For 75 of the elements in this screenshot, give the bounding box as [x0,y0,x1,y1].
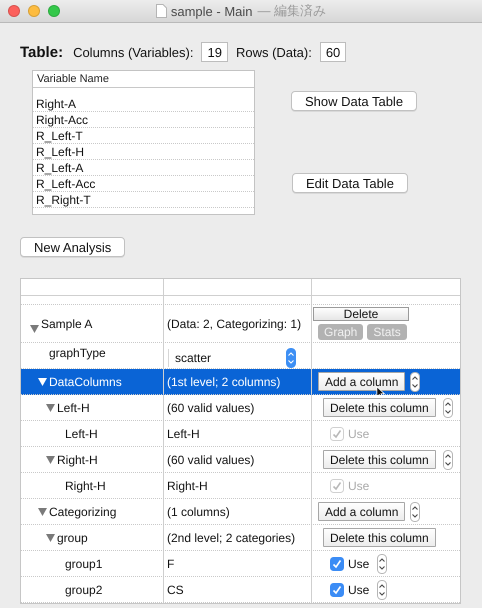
row-name: DataColumns [49,374,122,388]
row-name: Right-H [57,452,98,466]
row-info: (1st level; 2 columns) [166,374,280,388]
outline-row[interactable]: group2 CS Use [21,577,460,603]
disclosure-triangle-icon[interactable] [46,534,55,542]
row-info: F [166,556,174,570]
row-name: Categorizing [49,504,116,518]
row-info: (60 valid values) [166,452,254,466]
selected-outline-row[interactable]: DataColumns (1st level; 2 columns) Add a column [21,369,460,395]
columns-label: Columns (Variables): [73,44,194,60]
row-name: Left-H [57,400,90,414]
checkbox-label: Use [348,426,370,440]
variable-item[interactable]: R_Left-H [33,144,254,160]
row-info: CS [166,582,184,596]
rows-label: Rows (Data): [236,44,312,60]
row-name: group [57,530,88,544]
rows-field[interactable]: 60 [320,42,346,62]
outline-row[interactable]: Left-H (60 valid values) Delete this column [21,395,460,421]
outline-row[interactable]: group1 F Use [21,551,460,577]
stepper[interactable] [442,450,453,470]
disclosure-triangle-icon[interactable] [38,378,47,386]
row-info: (2nd level; 2 categories) [166,530,296,544]
stepper[interactable] [377,554,388,574]
outline-row[interactable]: Categorizing (1 columns) Add a column [21,499,460,525]
stepper[interactable] [410,502,420,522]
checkbox-label: Use [348,582,370,596]
delete-column-button[interactable]: Delete this column [323,450,436,469]
close-button[interactable] [8,5,20,17]
checkbox[interactable] [330,556,344,570]
variable-item[interactable]: Right-A [33,96,254,112]
table-label: Table: [20,44,64,60]
row-name: Left-H [65,426,98,440]
stepper[interactable] [410,372,420,392]
variable-item[interactable]: R_Left-A [33,160,254,176]
variable-item[interactable]: R_Right-T [33,192,254,208]
outline-row[interactable]: graphType scatter [21,343,460,369]
stepper[interactable] [377,580,388,600]
add-column-button[interactable]: Add a column [318,502,406,521]
graph-type-popup[interactable]: scatter [168,349,296,367]
row-name: group1 [65,556,102,570]
row-info: (60 valid values) [166,400,254,414]
column-header: Variable Name [33,71,254,88]
checkbox[interactable] [330,582,344,596]
columns-field[interactable]: 19 [201,42,228,62]
row-info: Left-H [166,426,200,440]
window-title: sample - Main [170,4,252,18]
disclosure-triangle-icon[interactable] [46,456,55,464]
show-data-table-button[interactable]: Show Data Table [291,91,418,111]
checkbox-label: Use [348,556,370,570]
variable-item[interactable]: R_Left-T [33,128,254,144]
variable-item[interactable]: Right-Acc [33,112,254,128]
row-info: (Data: 2, Categorizing: 1) [166,316,302,330]
new-analysis-button[interactable]: New Analysis [20,237,126,257]
outline-row[interactable]: Right-H (60 valid values) Delete this column [21,447,460,473]
disclosure-triangle-icon[interactable] [46,404,55,412]
row-info: Right-H [166,478,208,492]
add-column-button[interactable]: Add a column [318,372,406,391]
row-name: graphType [49,346,106,360]
disclosure-triangle-icon[interactable] [38,508,47,516]
disclosure-triangle-icon[interactable] [30,324,39,332]
delete-column-button[interactable]: Delete this column [323,528,436,547]
row-info: (1 columns) [166,504,230,518]
edited-status: — 編集済み [258,2,326,20]
delete-button[interactable]: Delete [313,307,409,321]
checkbox-label: Use [348,478,370,492]
stepper[interactable] [442,398,453,418]
delete-column-button[interactable]: Delete this column [323,398,436,417]
row-name: Sample A [41,316,92,330]
edit-data-table-button[interactable]: Edit Data Table [292,173,408,193]
variable-item[interactable]: R_Left-Acc [33,176,254,192]
row-name: Right-H [65,478,106,492]
document-icon [156,4,167,18]
zoom-button[interactable] [48,5,60,17]
outline-row[interactable]: group (2nd level; 2 categories) Delete this column [21,525,460,551]
row-name: group2 [65,582,102,596]
